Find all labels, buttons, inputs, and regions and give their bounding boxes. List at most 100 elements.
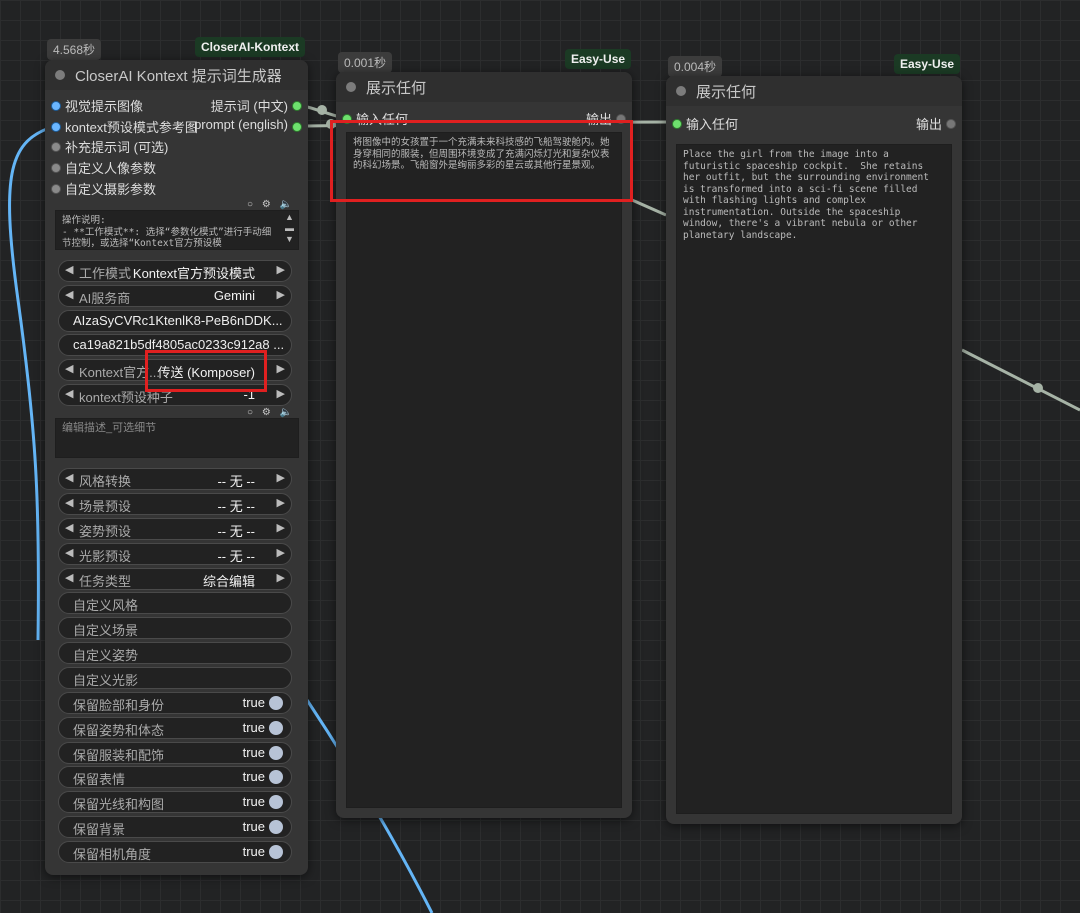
widget-label: 保留背景 [73,822,126,837]
widget-label: 保留相机角度 [73,847,152,862]
toggle-knob-icon[interactable] [269,721,283,735]
slot-label: 提示词 (中文) [210,99,288,114]
keep-face-toggle[interactable]: 保留脸部和身份 true [58,692,292,714]
node-title: 展示任何 [366,80,427,97]
arrow-left-icon[interactable]: ◀ [65,496,73,509]
collapse-dot-icon[interactable] [676,86,686,96]
widget-label: 自定义场景 [73,623,139,638]
node-header[interactable]: 展示任何 [666,76,962,106]
arrow-left-icon[interactable]: ◀ [65,288,73,301]
input-dot-icon[interactable] [672,119,682,129]
widget-label: 姿势预设 [79,524,132,539]
widget-label: 工作模式 [79,266,132,281]
arrow-right-icon[interactable]: ▶ [277,263,285,276]
keep-light-toggle[interactable]: 保留光线和构图 true [58,791,292,813]
output-dot-icon[interactable] [292,122,302,132]
keep-expression-toggle[interactable]: 保留表情 true [58,766,292,788]
toggle-knob-icon[interactable] [269,746,283,760]
widget-label: 保留姿势和体态 [73,723,165,738]
node-header[interactable]: 展示任何 [336,72,632,102]
output-slot[interactable]: 输出 [896,114,956,132]
arrow-left-icon[interactable]: ◀ [65,471,73,484]
ai-provider-combo[interactable]: ◀ AI服务商 Gemini ▶ [58,285,292,307]
prompt-generator-node[interactable]: CloserAI Kontext 提示词生成器 视觉提示图像 kontext预设… [45,60,308,875]
widget-value: Kontext官方预设模式 [132,266,255,281]
work-mode-combo[interactable]: ◀ 工作模式 Kontext官方预设模式 ▶ [58,260,292,282]
arrow-left-icon[interactable]: ◀ [65,571,73,584]
input-dot-icon[interactable] [51,163,61,173]
node-tag-badge: Easy-Use [894,54,961,74]
scroll-arrows-icon[interactable]: ▲ ▬ ▼ [285,212,294,245]
show-any-node-en[interactable]: 展示任何 输入任何 输出 Place the girl from the ima… [666,76,962,824]
widget-value: 综合编辑 [202,574,255,589]
output-dot-icon[interactable] [946,119,956,129]
toggle-knob-icon[interactable] [269,696,283,710]
style-transfer-combo[interactable]: ◀ 风格转换 -- 无 -- ▶ [58,468,292,490]
toggle-knob-icon[interactable] [269,770,283,784]
arrow-right-icon[interactable]: ▶ [277,471,285,484]
slot-label: 输出 [915,117,942,132]
arrow-left-icon[interactable]: ◀ [65,263,73,276]
widget-label: 光影预设 [79,549,132,564]
output-slot-cn[interactable]: 提示词 (中文) [192,96,302,114]
arrow-left-icon[interactable]: ◀ [65,546,73,559]
custom-light-field[interactable]: 自定义光影 [58,667,292,689]
pose-preset-combo[interactable]: ◀ 姿势预设 -- 无 -- ▶ [58,518,292,540]
arrow-right-icon[interactable]: ▶ [277,546,285,559]
slot-label: prompt (english) [194,117,288,132]
task-type-combo[interactable]: ◀ 任务类型 综合编辑 ▶ [58,568,292,590]
arrow-left-icon[interactable]: ◀ [65,521,73,534]
highlight-box [330,120,633,202]
output-dot-icon[interactable] [292,101,302,111]
node-time-badge: 4.568秒 [47,39,102,60]
slot-label: 输入任何 [686,117,739,132]
instructions-textarea[interactable]: 操作说明: - **工作模式**: 选择“参数化模式”进行手动细节控制，或选择“… [55,210,299,250]
lighting-preset-combo[interactable]: ◀ 光影预设 -- 无 -- ▶ [58,543,292,565]
widget-value: -- 无 -- [217,549,255,564]
arrow-left-icon[interactable]: ◀ [65,387,73,400]
keep-pose-toggle[interactable]: 保留姿势和体态 true [58,717,292,739]
widget-value: -- 无 -- [217,524,255,539]
arrow-right-icon[interactable]: ▶ [277,496,285,509]
arrow-right-icon[interactable]: ▶ [277,387,285,400]
widget-value: true [242,819,265,834]
toggle-knob-icon[interactable] [269,820,283,834]
toggle-knob-icon[interactable] [269,795,283,809]
collapse-dot-icon[interactable] [346,82,356,92]
arrow-right-icon[interactable]: ▶ [277,571,285,584]
node-header[interactable]: CloserAI Kontext 提示词生成器 [45,60,308,90]
output-slot-en[interactable]: prompt (english) [182,117,302,135]
custom-scene-field[interactable]: 自定义场景 [58,617,292,639]
widget-value: true [242,769,265,784]
input-dot-icon[interactable] [51,142,61,152]
custom-pose-field[interactable]: 自定义姿势 [58,642,292,664]
input-dot-icon[interactable] [51,122,61,132]
keep-clothes-toggle[interactable]: 保留服装和配饰 true [58,742,292,764]
node-tag-badge: CloserAI-Kontext [195,37,306,57]
input-dot-icon[interactable] [51,101,61,111]
arrow-right-icon[interactable]: ▶ [277,288,285,301]
arrow-left-icon[interactable]: ◀ [65,362,73,375]
arrow-right-icon[interactable]: ▶ [277,521,285,534]
toggle-knob-icon[interactable] [269,845,283,859]
arrow-right-icon[interactable]: ▶ [277,362,285,375]
toolbar-icons[interactable]: ○ ⚙ 🔈 [247,199,295,210]
display-text[interactable]: Place the girl from the image into a fut… [676,144,952,814]
display-text[interactable]: 将图像中的女孩置于一个充满未来科技感的飞船驾驶舱内。她身穿相同的服装，但周围环境… [346,132,622,808]
scene-preset-combo[interactable]: ◀ 场景预设 -- 无 -- ▶ [58,493,292,515]
widget-label: AI服务商 [79,291,131,306]
node-time-badge: 0.001秒 [338,52,393,73]
widget-value: -- 无 -- [217,474,255,489]
toolbar-icons[interactable]: ○ ⚙ 🔈 [247,407,295,418]
keep-bg-toggle[interactable]: 保留背景 true [58,816,292,838]
collapse-dot-icon[interactable] [55,70,65,80]
slot-label: 自定义摄影参数 [65,182,157,197]
keep-camera-toggle[interactable]: 保留相机角度 true [58,841,292,863]
api-key-field[interactable]: AIzaSyCVRc1KtenlK8-PeB6nDDK... [58,310,292,332]
node-title: CloserAI Kontext 提示词生成器 [75,68,282,85]
custom-style-field[interactable]: 自定义风格 [58,592,292,614]
gray-wire-out-cn [631,198,667,217]
edit-description-textarea[interactable]: 编辑描述_可选细节 [55,418,299,458]
input-dot-icon[interactable] [51,184,61,194]
gray-wire-out-en [961,348,1080,412]
